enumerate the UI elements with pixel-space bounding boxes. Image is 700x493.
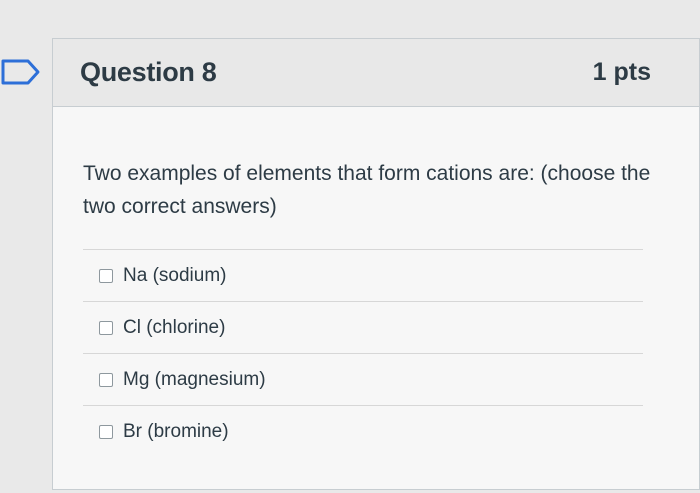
flag-question-icon[interactable] xyxy=(0,57,44,87)
question-body: Two examples of elements that form catio… xyxy=(53,107,699,457)
checkbox[interactable] xyxy=(99,424,113,439)
answer-label: Na (sodium) xyxy=(123,264,227,286)
checkbox[interactable] xyxy=(99,372,113,387)
question-card: Question 8 1 pts Two examples of element… xyxy=(52,38,700,490)
answer-label: Cl (chlorine) xyxy=(123,316,226,338)
question-title: Question 8 xyxy=(80,57,217,87)
question-header: Question 8 1 pts xyxy=(53,39,699,107)
answer-label: Br (bromine) xyxy=(123,420,229,442)
answer-label: Mg (magnesium) xyxy=(123,368,266,390)
checkbox[interactable] xyxy=(99,268,113,283)
answer-option[interactable]: Cl (chlorine) xyxy=(83,301,643,353)
answer-option[interactable]: Na (sodium) xyxy=(83,249,643,301)
answer-option[interactable]: Mg (magnesium) xyxy=(83,353,643,405)
answer-option[interactable]: Br (bromine) xyxy=(83,405,643,457)
question-text: Two examples of elements that form catio… xyxy=(83,162,651,218)
checkbox[interactable] xyxy=(99,320,113,335)
answer-list: Na (sodium) Cl (chlorine) Mg (magnesium)… xyxy=(83,249,669,457)
question-points: 1 pts xyxy=(592,58,651,86)
